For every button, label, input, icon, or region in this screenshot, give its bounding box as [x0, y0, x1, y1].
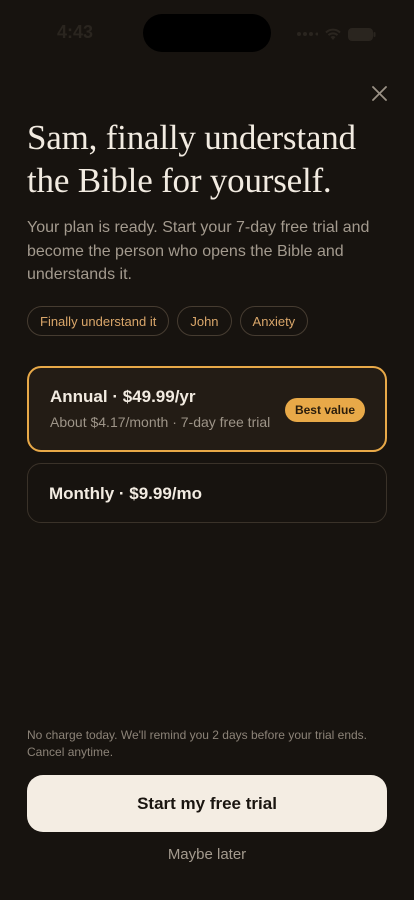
fine-print: No charge today. We'll remind you 2 days…	[27, 728, 368, 759]
headline: Sam, finally understand the Bible for yo…	[27, 118, 356, 200]
close-button[interactable]	[366, 80, 392, 106]
plan-annual-detail: About $4.17/month · 7-day free trial	[50, 414, 271, 430]
chip-finally-understand-it[interactable]: Finally understand it	[27, 306, 170, 336]
chip-john[interactable]: John	[177, 306, 232, 336]
status-icons	[296, 24, 376, 44]
plan-monthly-title: Monthly · $9.99/mo	[49, 484, 203, 503]
wifi-icon	[325, 28, 341, 40]
close-icon	[371, 85, 387, 101]
plan-annual-title: Annual · $49.99/yr	[50, 387, 196, 406]
battery-icon	[348, 27, 376, 41]
maybe-later-link[interactable]: Maybe later	[0, 846, 414, 863]
status-bar: 4:43	[0, 0, 414, 60]
plan-annual-option[interactable]: Annual · $49.99/yr About $4.17/month · 7…	[27, 366, 387, 452]
signal-dots-icon	[297, 32, 318, 36]
plan-monthly-option[interactable]: Monthly · $9.99/mo	[27, 463, 387, 523]
dynamic-island	[143, 14, 271, 52]
best-value-badge: Best value	[284, 398, 365, 422]
subtitle: Your plan is ready. Start your 7-day fre…	[27, 219, 370, 283]
chip-anxiety[interactable]: Anxiety	[239, 306, 309, 336]
goal-chips: Finally understand it John Anxiety	[27, 306, 309, 336]
start-free-trial-button[interactable]: Start my free trial	[27, 775, 387, 832]
status-time: 4:43	[57, 22, 94, 42]
